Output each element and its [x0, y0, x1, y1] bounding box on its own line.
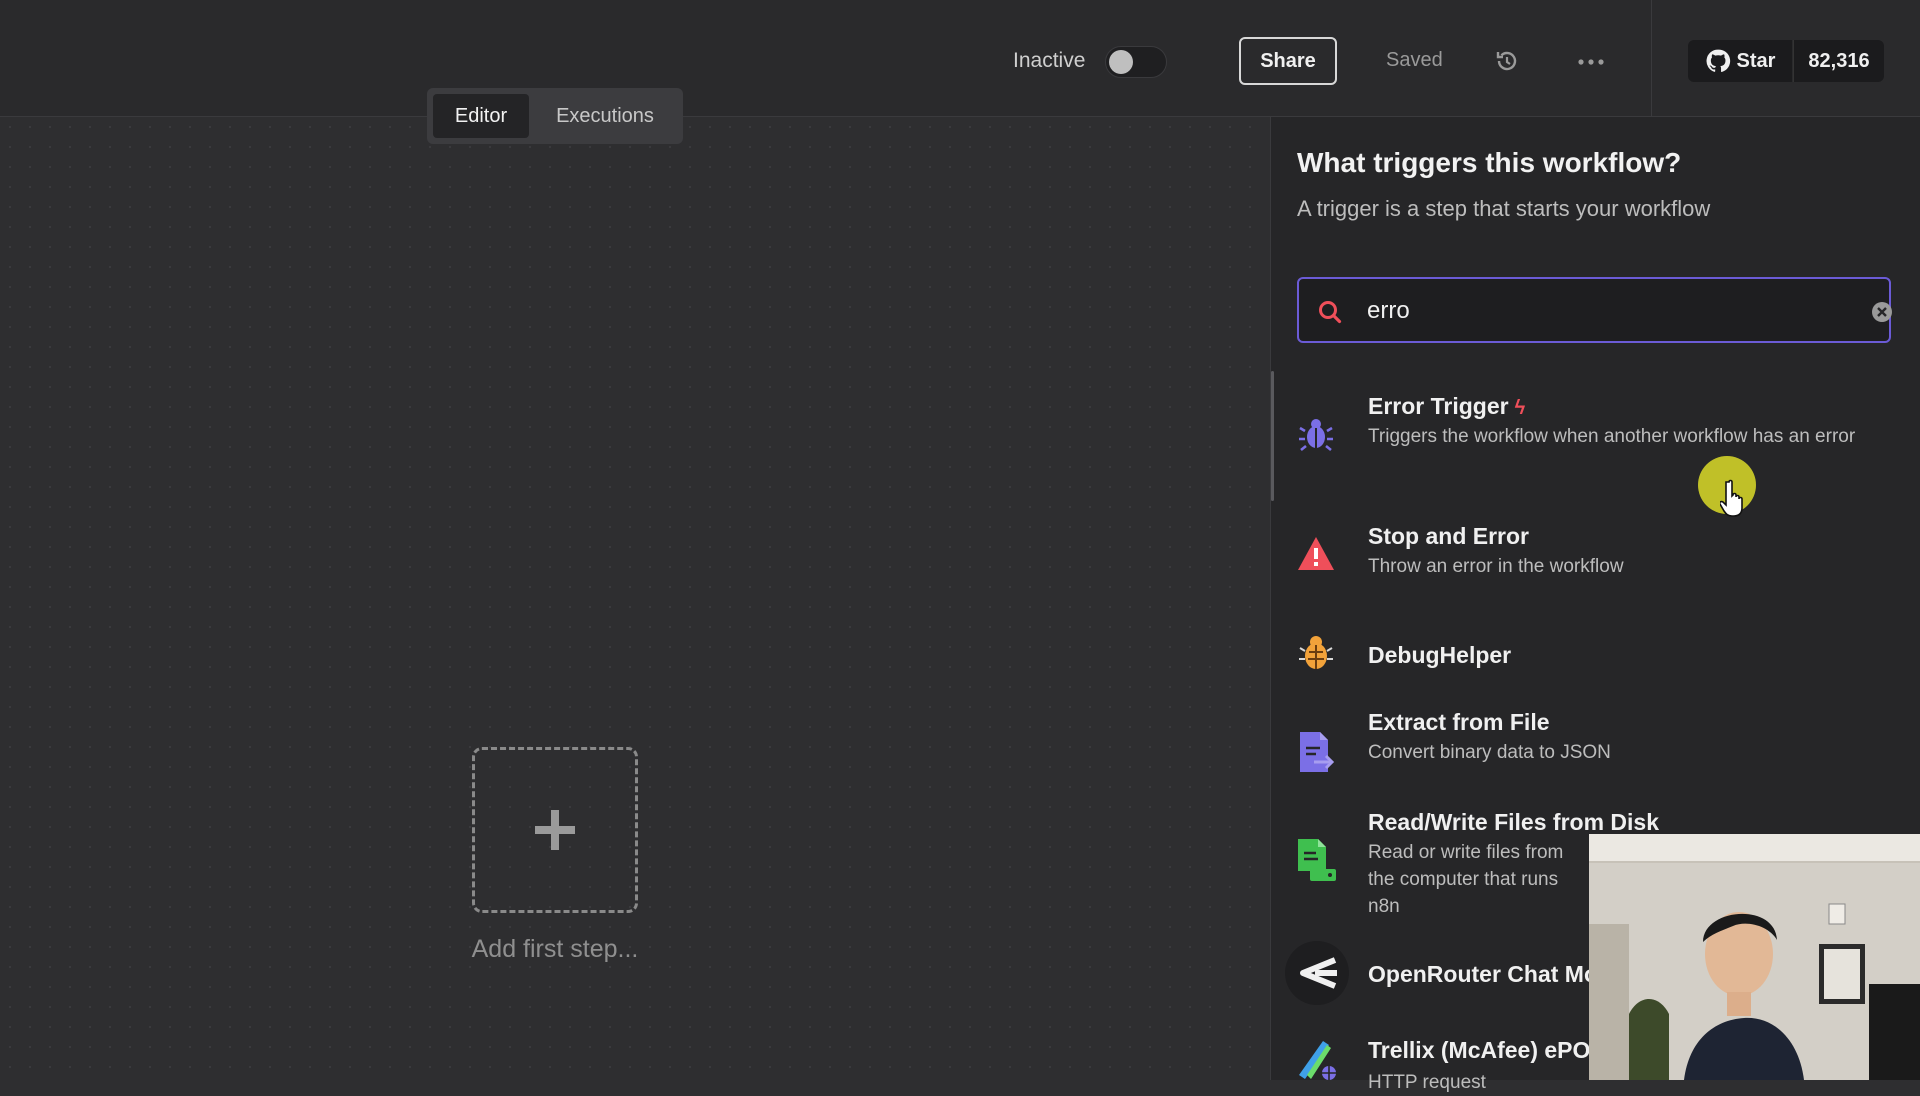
node-name: DebugHelper	[1368, 642, 1512, 668]
top-header: Inactive Share Saved Star 82,316	[0, 0, 1920, 117]
node-description: Triggers the workflow when another workf…	[1368, 426, 1856, 447]
node-description: Throw an error in the workflow	[1368, 556, 1624, 577]
trellix-icon	[1293, 1035, 1339, 1081]
header-divider	[1651, 0, 1652, 116]
workflow-status-label: Inactive	[1013, 49, 1086, 72]
node-name: Read/Write Files from Disk	[1368, 809, 1659, 835]
share-button[interactable]: Share	[1239, 37, 1337, 85]
node-name: Trellix (McAfee) ePO	[1368, 1037, 1591, 1063]
tab-editor[interactable]: Editor	[433, 94, 529, 138]
star-count[interactable]: 82,316	[1793, 40, 1884, 82]
openrouter-icon	[1285, 941, 1349, 1005]
node-description: Read or write files from the computer th…	[1368, 842, 1564, 917]
warning-icon	[1293, 531, 1339, 577]
search-icon	[1319, 301, 1342, 324]
webcam-overlay	[1589, 834, 1920, 1080]
saved-status: Saved	[1386, 49, 1443, 71]
github-star-button[interactable]: Star	[1688, 40, 1792, 82]
hand-cursor-icon	[1720, 479, 1743, 517]
node-search-box	[1297, 277, 1893, 343]
panel-subtitle: A trigger is a step that starts your wor…	[1297, 196, 1711, 221]
plus-icon	[535, 810, 575, 850]
bug-icon	[1293, 411, 1339, 457]
panel-title: What triggers this workflow?	[1297, 147, 1682, 178]
node-item-debughelper[interactable]: DebugHelper	[1271, 622, 1920, 692]
trigger-bolt-icon: ϟ	[1514, 397, 1526, 419]
node-name: Stop and Error	[1368, 523, 1530, 549]
node-item-error-trigger[interactable]: Error Trigger ϟ Triggers the workflow whe…	[1271, 389, 1920, 489]
star-label: Star	[1736, 49, 1776, 72]
view-tabs: Editor Executions	[427, 88, 683, 144]
add-first-step-label: Add first step...	[471, 935, 639, 963]
node-name: Error Trigger	[1368, 393, 1509, 419]
file-disk-icon	[1293, 837, 1339, 883]
more-options-icon[interactable]	[1578, 59, 1604, 65]
tab-executions[interactable]: Executions	[535, 94, 675, 138]
search-input[interactable]	[1365, 291, 1809, 331]
toggle-knob	[1109, 50, 1133, 74]
node-item-stop-and-error[interactable]: Stop and Error Throw an error in the wor…	[1271, 519, 1920, 599]
clear-search-icon[interactable]	[1871, 301, 1893, 323]
github-icon	[1706, 49, 1730, 72]
node-item-extract-from-file[interactable]: Extract from File Convert binary data to…	[1271, 707, 1920, 787]
presenter-video	[1589, 834, 1920, 1080]
add-first-step-button[interactable]	[472, 747, 638, 913]
history-icon[interactable]	[1494, 48, 1520, 74]
beetle-icon	[1293, 630, 1339, 676]
node-name: Extract from File	[1368, 709, 1550, 735]
node-description: Convert binary data to JSON	[1368, 742, 1611, 763]
file-extract-icon	[1293, 729, 1339, 775]
active-toggle[interactable]	[1105, 46, 1167, 78]
